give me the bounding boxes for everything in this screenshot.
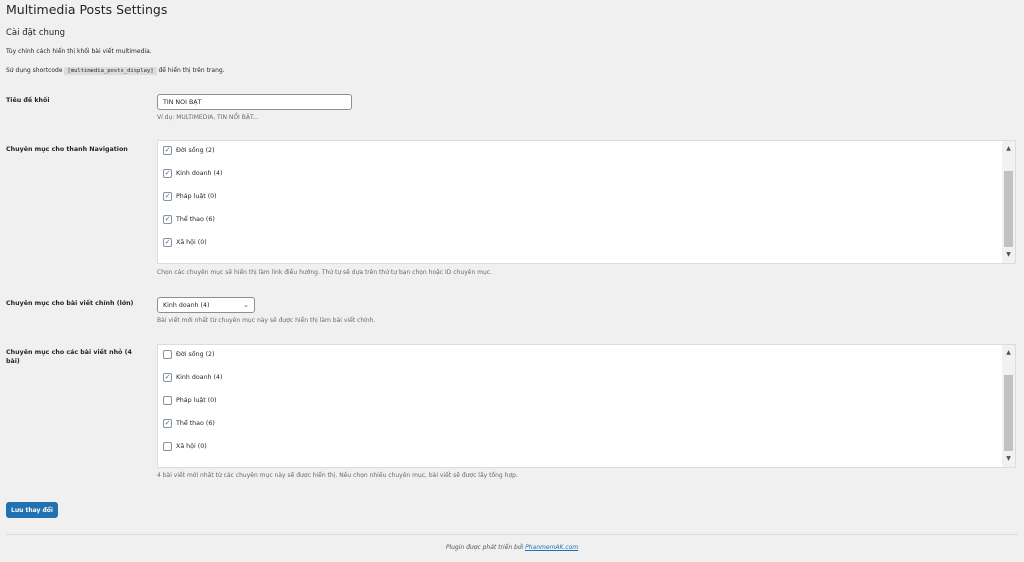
scroll-up-icon[interactable]: ▲ xyxy=(1002,143,1015,155)
check-icon: ✓ xyxy=(164,169,171,177)
category-label: Đời sống (2) xyxy=(176,147,215,154)
small-categories-list[interactable]: ▲ ▼ Đời sống (2) ✓ Kinh doanh (4) Pháp luật… xyxy=(157,344,1016,468)
block-title-input[interactable] xyxy=(157,94,352,110)
category-checkbox[interactable]: ✓ xyxy=(163,192,172,201)
category-checkbox[interactable]: ✓ xyxy=(163,215,172,224)
check-icon: ✓ xyxy=(164,238,171,246)
category-option[interactable]: ✓ Thể thao (6) xyxy=(163,215,215,224)
block-title-label: Tiêu đề khối xyxy=(6,97,50,104)
category-option[interactable]: Đời sống (2) xyxy=(163,350,215,359)
category-checkbox[interactable]: ✓ xyxy=(163,169,172,178)
category-option[interactable]: ✓ Kinh doanh (4) xyxy=(163,373,222,382)
category-option[interactable]: ✓ Pháp luật (0) xyxy=(163,192,217,201)
category-label: Xã hội (0) xyxy=(176,443,207,450)
scroll-up-icon[interactable]: ▲ xyxy=(1002,347,1015,359)
category-label: Thể thao (6) xyxy=(176,216,215,223)
main-category-label: Chuyên mục cho bài viết chính (lớn) xyxy=(6,300,134,307)
nav-categories-help: Chọn các chuyên mục sẽ hiển thị làm link… xyxy=(157,269,493,276)
intro-description: Tùy chỉnh cách hiển thị khối bài viết mu… xyxy=(6,48,152,55)
small-categories-help: 4 bài viết mới nhất từ các chuyên mục nà… xyxy=(157,472,518,479)
category-label: Xã hội (0) xyxy=(176,239,207,246)
nav-categories-scrollbar[interactable]: ▲ ▼ xyxy=(1002,141,1015,263)
main-category-select[interactable]: Kinh doanh (4) ⌄ xyxy=(157,297,255,313)
main-category-selected: Kinh doanh (4) xyxy=(163,301,210,309)
scroll-thumb[interactable] xyxy=(1004,171,1013,247)
category-checkbox[interactable] xyxy=(163,442,172,451)
category-checkbox[interactable] xyxy=(163,396,172,405)
category-option[interactable]: ✓ Xã hội (0) xyxy=(163,238,207,247)
shortcode-description: Sử dụng shortcode [multimedia_posts_disp… xyxy=(6,67,225,75)
divider xyxy=(6,534,1018,535)
category-label: Đời sống (2) xyxy=(176,351,215,358)
footer-link[interactable]: PhanmemAK.com xyxy=(525,544,578,551)
category-label: Thể thao (6) xyxy=(176,420,215,427)
check-icon: ✓ xyxy=(164,146,171,154)
nav-categories-label: Chuyên mục cho thanh Navigation xyxy=(6,146,128,153)
shortcode-code: [multimedia_posts_display] xyxy=(64,67,157,75)
chevron-down-icon: ⌄ xyxy=(243,301,249,309)
small-categories-scrollbar[interactable]: ▲ ▼ xyxy=(1002,345,1015,467)
category-checkbox[interactable]: ✓ xyxy=(163,373,172,382)
section-title: Cài đặt chung xyxy=(6,28,66,38)
category-option[interactable]: ✓ Thể thao (6) xyxy=(163,419,215,428)
category-checkbox[interactable] xyxy=(163,350,172,359)
category-checkbox[interactable]: ✓ xyxy=(163,238,172,247)
footer-text: Plugin được phát triển bởi xyxy=(445,544,524,551)
scroll-down-icon[interactable]: ▼ xyxy=(1002,249,1015,261)
page-title: Multimedia Posts Settings xyxy=(6,2,168,17)
scroll-down-icon[interactable]: ▼ xyxy=(1002,453,1015,465)
shortcode-suffix: để hiển thị trên trang. xyxy=(158,67,225,74)
category-option[interactable]: Pháp luật (0) xyxy=(163,396,217,405)
main-category-help: Bài viết mới nhất từ chuyên mục này sẽ đ… xyxy=(157,317,376,324)
category-option[interactable]: Xã hội (0) xyxy=(163,442,207,451)
category-checkbox[interactable]: ✓ xyxy=(163,419,172,428)
check-icon: ✓ xyxy=(164,215,171,223)
check-icon: ✓ xyxy=(164,373,171,381)
category-label: Kinh doanh (4) xyxy=(176,374,223,381)
check-icon: ✓ xyxy=(164,419,171,427)
check-icon: ✓ xyxy=(164,192,171,200)
footer: Plugin được phát triển bởi PhanmemAK.com xyxy=(0,544,1024,551)
small-categories-label: Chuyên mục cho các bài viết nhỏ (4 bài) xyxy=(6,349,132,365)
category-label: Pháp luật (0) xyxy=(176,397,217,404)
nav-categories-list[interactable]: ▲ ▼ ✓ Đời sống (2) ✓ Kinh doanh (4) ✓ Pháp lu… xyxy=(157,140,1016,264)
category-option[interactable]: ✓ Kinh doanh (4) xyxy=(163,169,222,178)
scroll-thumb[interactable] xyxy=(1004,375,1013,451)
category-label: Pháp luật (0) xyxy=(176,193,217,200)
save-button[interactable]: Lưu thay đổi xyxy=(6,502,58,518)
category-option[interactable]: ✓ Đời sống (2) xyxy=(163,146,215,155)
category-checkbox[interactable]: ✓ xyxy=(163,146,172,155)
block-title-help: Ví dụ: MULTIMEDIA, TIN NỔI BẬT... xyxy=(157,114,259,121)
shortcode-prefix: Sử dụng shortcode xyxy=(6,67,63,74)
category-label: Kinh doanh (4) xyxy=(176,170,223,177)
